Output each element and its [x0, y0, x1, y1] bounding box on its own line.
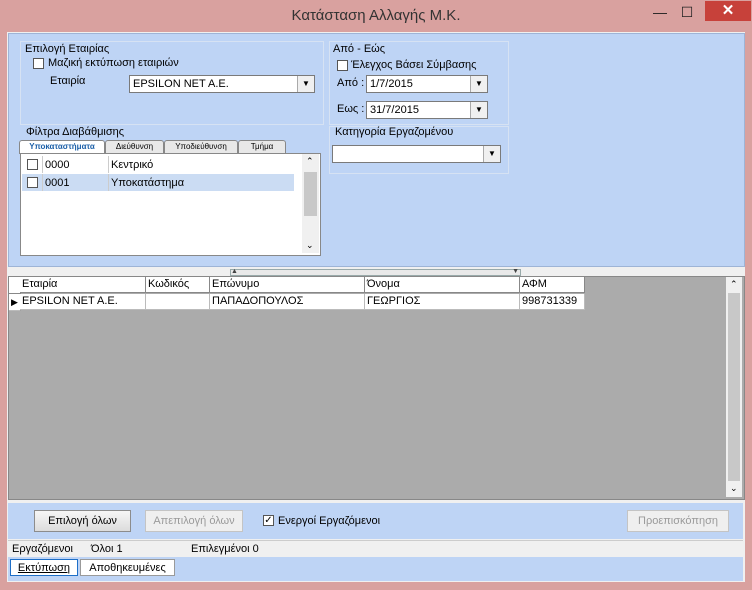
column-header-name[interactable]: Όνομα — [365, 277, 520, 293]
contract-check-checkbox[interactable] — [337, 60, 348, 71]
window-title: Κατάσταση Αλλαγής Μ.Κ. — [291, 7, 461, 24]
bulk-print-label: Μαζική εκτύπωση εταιριών — [48, 57, 179, 69]
scroll-up-icon[interactable]: ⌃ — [730, 279, 738, 290]
list-scrollbar[interactable]: ⌃ ⌄ — [302, 154, 319, 253]
company-label: Εταιρία — [50, 75, 86, 87]
list-item[interactable]: 0000 Κεντρικό — [22, 156, 294, 173]
tab-department[interactable]: Τμήμα — [238, 140, 286, 153]
active-employees-checkbox[interactable]: ✓ — [263, 515, 274, 526]
period-group-label: Από - Εώς — [333, 43, 386, 55]
scroll-up-icon[interactable]: ⌃ — [306, 156, 314, 167]
tab-branches[interactable]: Υποκαταστήματα — [19, 140, 105, 154]
employee-category-label: Κατηγορία Εργαζομένου — [335, 126, 454, 138]
active-employees-label: Ενεργοί Εργαζόμενοι — [278, 515, 381, 527]
collapse-up-icon[interactable]: ▲ — [231, 268, 238, 275]
company-group-label: Επιλογή Εταιρίας — [25, 43, 110, 55]
bulk-print-checkbox[interactable] — [33, 58, 44, 69]
close-button[interactable]: ✕ — [705, 1, 751, 21]
company-value: EPSILON NET A.E. — [133, 78, 229, 90]
cell-afm[interactable]: 998731339 — [520, 294, 585, 310]
cell-company[interactable]: EPSILON NET A.E. — [20, 294, 146, 310]
scroll-down-icon[interactable]: ⌄ — [730, 483, 738, 494]
list-item[interactable]: 0001 Υποκατάστημα — [22, 174, 294, 191]
tab-print[interactable]: Εκτύπωση — [10, 559, 78, 576]
list-item-name: Υποκατάστημα — [111, 177, 185, 189]
status-selected: Επιλεγμένοι 0 — [191, 543, 259, 555]
contract-check-label: Έλεγχος Βάσει Σύμβασης — [351, 59, 477, 71]
cell-name[interactable]: ΓΕΩΡΓΙΟΣ — [365, 294, 520, 310]
from-date-picker[interactable]: 1/7/2015 ▼ — [366, 75, 488, 93]
list-item-checkbox[interactable] — [27, 177, 38, 188]
filter-list: 0000 Κεντρικό 0001 Υποκατάστημα ⌃ ⌄ — [20, 153, 321, 256]
to-date-picker[interactable]: 31/7/2015 ▼ — [366, 101, 488, 119]
from-date-label: Από : — [337, 77, 365, 89]
list-item-checkbox[interactable] — [27, 159, 38, 170]
column-header-company[interactable]: Εταιρία — [20, 277, 146, 293]
tab-direction[interactable]: Διεύθυνση — [105, 140, 164, 153]
to-date-value: 31/7/2015 — [370, 104, 419, 116]
status-employees-label: Εργαζόμενοι — [12, 543, 73, 555]
filters-group-label: Φίλτρα Διαβάθμισης — [26, 126, 125, 138]
grid-scrollbar[interactable]: ⌃ ⌄ — [726, 277, 742, 497]
chevron-down-icon[interactable]: ▼ — [470, 102, 487, 118]
close-icon: ✕ — [721, 2, 735, 19]
splitter-handle[interactable]: ▲ ▼ — [230, 268, 521, 276]
company-select[interactable]: EPSILON NET A.E. ▼ — [129, 75, 315, 93]
column-header-surname[interactable]: Επώνυμο — [210, 277, 365, 293]
list-item-code: 0001 — [45, 177, 70, 189]
chevron-down-icon[interactable]: ▼ — [483, 146, 500, 162]
column-header-afm[interactable]: ΑΦΜ — [520, 277, 585, 293]
select-all-button[interactable]: Επιλογή όλων — [34, 510, 131, 532]
chevron-down-icon[interactable]: ▼ — [297, 76, 314, 92]
maximize-button[interactable]: ☐ — [677, 2, 697, 22]
minimize-button[interactable]: — — [650, 2, 670, 22]
chevron-down-icon[interactable]: ▼ — [470, 76, 487, 92]
preview-button[interactable]: Προεπισκόπηση — [627, 510, 729, 532]
scroll-thumb[interactable] — [304, 172, 317, 216]
scroll-down-icon[interactable]: ⌄ — [306, 240, 314, 251]
deselect-all-button[interactable]: Απεπιλογή όλων — [145, 510, 243, 532]
employee-category-select[interactable]: ▼ — [332, 145, 501, 163]
scroll-thumb[interactable] — [728, 293, 740, 481]
list-item-code: 0000 — [45, 159, 70, 171]
collapse-down-icon[interactable]: ▼ — [512, 268, 519, 275]
column-header-code[interactable]: Κωδικός — [146, 277, 210, 293]
tab-subdirection[interactable]: Υποδιεύθυνση — [164, 140, 238, 153]
cell-surname[interactable]: ΠΑΠΑΔΟΠΟΥΛΟΣ — [210, 294, 365, 310]
cell-code[interactable] — [146, 294, 210, 310]
status-total: Όλοι 1 — [91, 543, 123, 555]
from-date-value: 1/7/2015 — [370, 78, 413, 90]
list-item-name: Κεντρικό — [111, 159, 154, 171]
to-date-label: Εως : — [337, 103, 365, 115]
tab-saved[interactable]: Αποθηκευμένες — [80, 559, 175, 576]
